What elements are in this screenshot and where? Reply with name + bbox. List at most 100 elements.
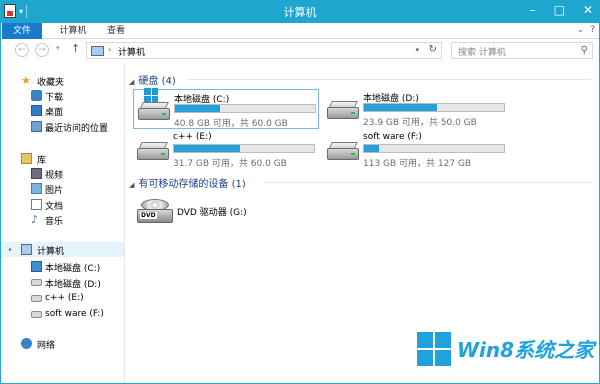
nav-label: 音乐 — [45, 217, 64, 227]
nav-label: 图片 — [45, 186, 64, 196]
address-bar[interactable]: › 计算机 ▾ ↻ — [86, 42, 442, 59]
group-header-removable[interactable]: ◢ 有可移动存储的设备 (1) — [129, 175, 246, 190]
nav-label: 最近访问的位置 — [45, 124, 109, 134]
pictures-icon — [31, 183, 42, 194]
drive-name: c++ (E:) — [173, 132, 212, 142]
drive-free-space: 23.9 GB 可用，共 50.0 GB — [363, 118, 477, 128]
nav-item-drive-f[interactable]: soft ware (F:) — [1, 307, 124, 322]
watermark-text: Win8系统之家 — [457, 338, 595, 362]
music-icon: ♪ — [31, 213, 39, 226]
drive-icon — [31, 279, 42, 286]
title-bar: ▾ 计算机 – □ ✕ — [1, 1, 599, 23]
nav-libraries[interactable]: 库 — [1, 151, 124, 166]
nav-item-documents[interactable]: 文档 — [1, 197, 124, 212]
minimize-icon[interactable]: – — [530, 3, 536, 17]
drive-free-space: 31.7 GB 可用，共 60.0 GB — [173, 159, 287, 169]
nav-item-downloads[interactable]: 下载 — [1, 88, 124, 103]
drive-icon — [31, 295, 42, 302]
forward-button[interactable]: → — [35, 43, 49, 57]
window-controls: – □ ✕ — [530, 3, 593, 17]
window-title: 计算机 — [283, 6, 317, 19]
capacity-bar — [363, 103, 505, 112]
capacity-bar — [174, 104, 316, 113]
star-icon: ★ — [21, 74, 31, 87]
explorer-window: ▾ 计算机 – □ ✕ 文件 计算机 查看 ⌄ ? ← → ▾ ↑ › 计算机 … — [0, 0, 600, 384]
capacity-fill — [175, 105, 220, 112]
drive-icon — [327, 101, 359, 119]
maximize-icon[interactable]: □ — [554, 3, 565, 17]
refresh-icon[interactable]: ↻ — [429, 44, 437, 55]
expand-ribbon-icon[interactable]: ⌄ — [577, 25, 585, 35]
collapse-chevron-icon[interactable]: ◢ — [129, 181, 134, 189]
group-label: 硬盘 (4) — [138, 76, 176, 87]
breadcrumb-computer[interactable]: 计算机 — [118, 45, 145, 58]
capacity-fill — [174, 145, 240, 152]
drive-icon — [137, 142, 169, 160]
drive-tile-d[interactable]: 本地磁盘 (D:) 23.9 GB 可用，共 50.0 GB — [323, 89, 509, 129]
dvd-drive-icon: DVD — [137, 199, 173, 225]
recent-locations-icon[interactable]: ▾ — [56, 44, 60, 52]
nav-item-recent[interactable]: 最近访问的位置 — [1, 119, 124, 134]
navigation-bar: ← → ▾ ↑ › 计算机 ▾ ↻ 搜索 计算机 ⚲ — [1, 39, 599, 63]
ribbon-right-controls: ⌄ ? — [577, 25, 595, 35]
nav-item-pictures[interactable]: 图片 — [1, 181, 124, 196]
documents-icon — [31, 199, 42, 210]
nav-label: 本地磁盘 (C:) — [45, 264, 101, 274]
drive-free-space: 40.8 GB 可用，共 60.0 GB — [174, 119, 288, 129]
drive-tile-c[interactable]: 本地磁盘 (C:) 40.8 GB 可用，共 60.0 GB — [133, 88, 319, 129]
nav-item-videos[interactable]: 视频 — [1, 166, 124, 181]
capacity-fill — [364, 145, 380, 152]
network-icon — [21, 338, 32, 349]
back-button[interactable]: ← — [15, 43, 29, 57]
recent-places-icon — [31, 121, 42, 132]
navigation-pane: ★ 收藏夹 下载 桌面 最近访问的位置 库 视频 图片 文档 ♪ 音乐 ▸ 计算… — [1, 63, 125, 383]
drive-name: soft ware (F:) — [363, 132, 422, 142]
expand-chevron-icon[interactable]: ▸ — [9, 246, 12, 253]
group-label: 有可移动存储的设备 (1) — [138, 179, 246, 190]
tab-computer[interactable]: 计算机 — [53, 23, 93, 39]
watermark: Win8系统之家 — [417, 328, 597, 378]
help-icon[interactable]: ? — [590, 25, 595, 35]
nav-label: 计算机 — [37, 247, 65, 257]
nav-network[interactable]: 网络 — [1, 336, 124, 351]
breadcrumb-chevron-icon[interactable]: › — [108, 45, 111, 54]
close-icon[interactable]: ✕ — [583, 3, 593, 17]
capacity-bar — [173, 144, 315, 153]
downloads-icon — [31, 90, 42, 101]
nav-favorites[interactable]: ★ 收藏夹 — [1, 73, 124, 88]
group-header-hdd[interactable]: ◢ 硬盘 (4) — [129, 72, 176, 87]
address-dropdown-icon[interactable]: ▾ — [415, 46, 419, 54]
nav-computer[interactable]: ▸ 计算机 — [1, 242, 124, 257]
nav-label: 收藏夹 — [37, 78, 65, 88]
capacity-bar — [363, 144, 505, 153]
nav-item-desktop[interactable]: 桌面 — [1, 103, 124, 118]
system-drive-icon — [31, 261, 42, 272]
drive-icon — [31, 311, 42, 318]
drive-free-space: 113 GB 可用，共 127 GB — [363, 159, 472, 169]
dvd-drive-tile[interactable]: DVD DVD 驱动器 (G:) — [137, 195, 317, 227]
nav-item-drive-c[interactable]: 本地磁盘 (C:) — [1, 259, 124, 274]
computer-icon — [21, 244, 32, 255]
tab-file[interactable]: 文件 — [2, 23, 42, 39]
collapse-chevron-icon[interactable]: ◢ — [129, 78, 134, 86]
tab-view[interactable]: 查看 — [101, 23, 131, 39]
library-icon — [21, 153, 32, 164]
nav-item-drive-d[interactable]: 本地磁盘 (D:) — [1, 275, 124, 290]
search-icon[interactable]: ⚲ — [581, 45, 588, 56]
nav-item-drive-e[interactable]: c++ (E:) — [1, 291, 124, 306]
drive-tile-f[interactable]: soft ware (F:) 113 GB 可用，共 127 GB — [323, 130, 509, 170]
search-placeholder: 搜索 计算机 — [458, 48, 506, 58]
nav-label: 本地磁盘 (D:) — [45, 280, 101, 290]
windows-logo-icon — [144, 88, 158, 102]
drive-tile-e[interactable]: c++ (E:) 31.7 GB 可用，共 60.0 GB — [133, 130, 319, 170]
nav-label: 视频 — [45, 171, 64, 181]
group-divider — [263, 182, 591, 183]
nav-label: 文档 — [45, 202, 64, 212]
nav-item-music[interactable]: ♪ 音乐 — [1, 212, 124, 227]
nav-label: c++ (E:) — [45, 293, 84, 303]
up-button[interactable]: ↑ — [71, 42, 80, 55]
nav-label: 网络 — [37, 341, 56, 351]
computer-icon — [91, 46, 104, 56]
search-input[interactable]: 搜索 计算机 ⚲ — [451, 42, 593, 59]
group-divider — [187, 79, 591, 80]
